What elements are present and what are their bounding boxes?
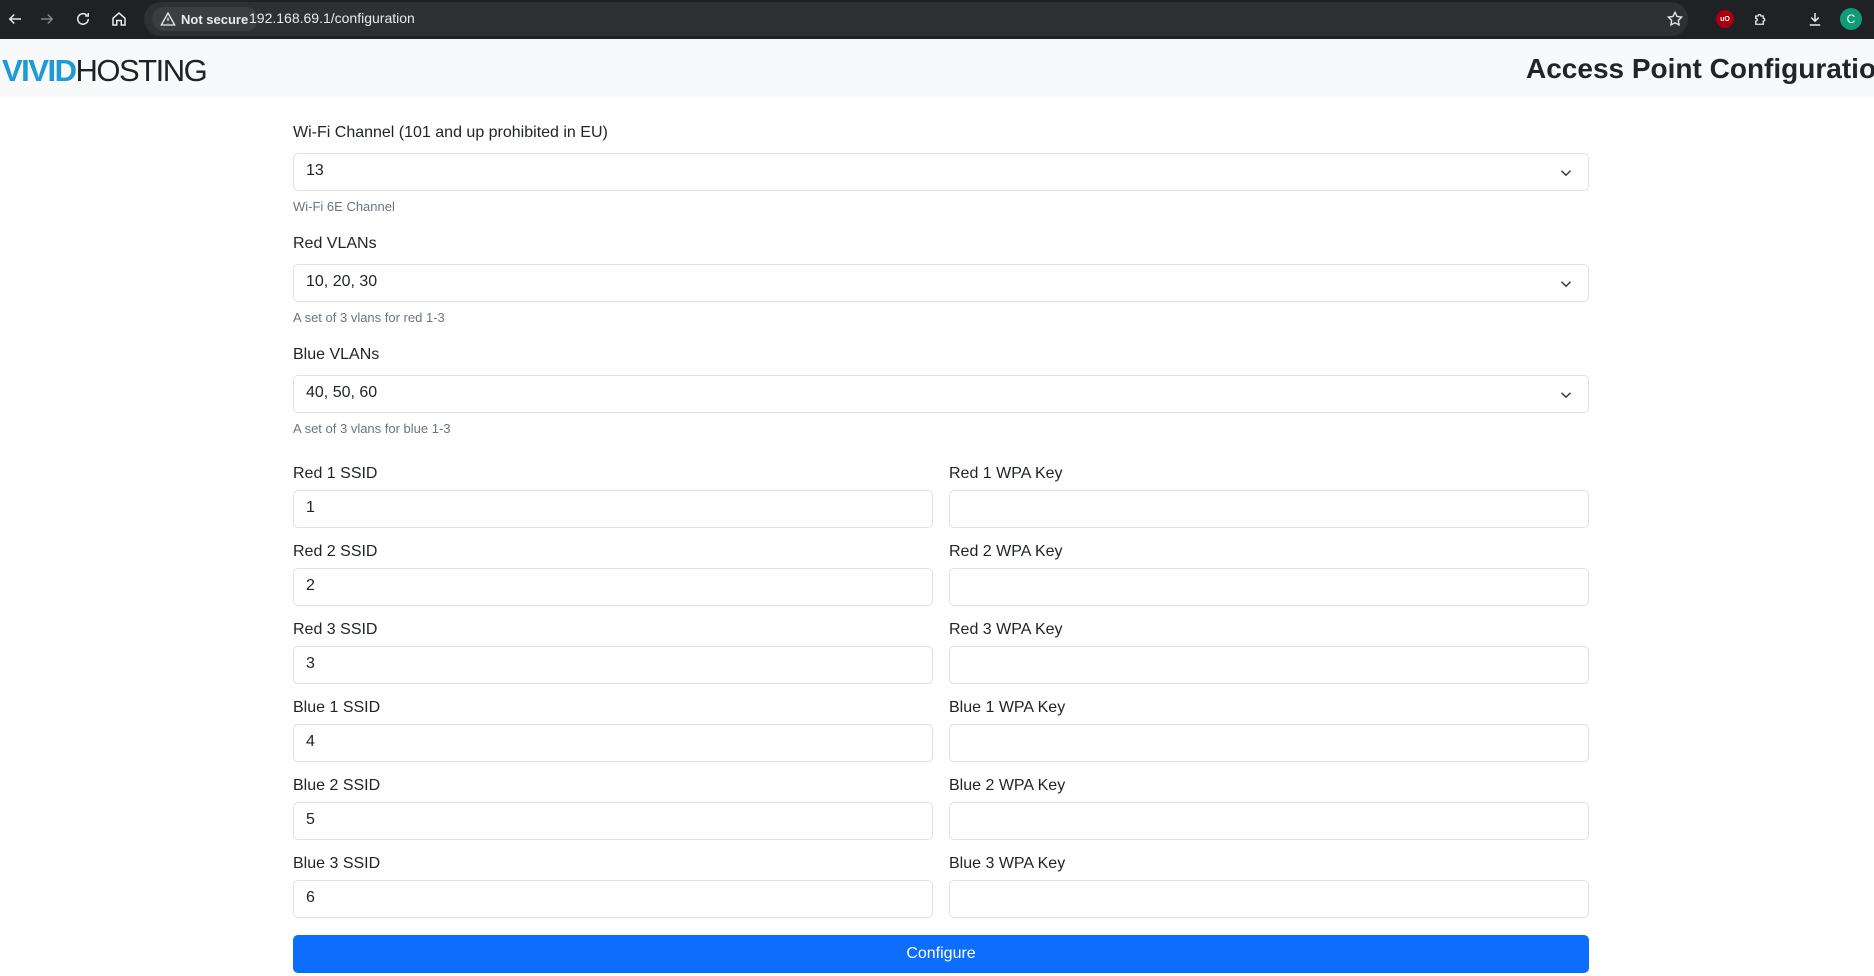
chevron-down-icon bbox=[1560, 392, 1572, 399]
blue-2-ssid-label: Blue 2 SSID bbox=[293, 777, 381, 794]
blue-vlans-label: Blue VLANs bbox=[293, 346, 380, 363]
security-label: Not secure bbox=[181, 11, 249, 27]
red-1-wpa-key-label: Red 1 WPA Key bbox=[949, 465, 1063, 482]
address-bar[interactable]: Not secure 192.168.69.1/configuration bbox=[144, 2, 1688, 36]
ublock-extension-icon[interactable]: uO bbox=[1710, 4, 1740, 34]
blue-2-wpa-key-input[interactable] bbox=[949, 802, 1589, 840]
channel-select[interactable]: 13 bbox=[293, 153, 1589, 191]
browser-toolbar: Not secure 192.168.69.1/configuration uO… bbox=[0, 0, 1874, 39]
blue-1-ssid-input[interactable]: 4 bbox=[293, 724, 933, 762]
red-2-wpa-key-input[interactable] bbox=[949, 568, 1589, 606]
blue-3-wpa-key-label: Blue 3 WPA Key bbox=[949, 855, 1066, 872]
red-1-wpa-key-input[interactable] bbox=[949, 490, 1589, 528]
red-2-ssid-input[interactable]: 2 bbox=[293, 568, 933, 606]
red-2-ssid-label: Red 2 SSID bbox=[293, 543, 378, 560]
blue-3-wpa-key-input[interactable] bbox=[949, 880, 1589, 918]
red-vlans-select[interactable]: 10, 20, 30 bbox=[293, 264, 1589, 302]
red-1-ssid-label: Red 1 SSID bbox=[293, 465, 378, 482]
red-vlans-help: A set of 3 vlans for red 1-3 bbox=[293, 310, 445, 325]
red-vlans-label: Red VLANs bbox=[293, 235, 377, 252]
blue-3-ssid-input[interactable]: 6 bbox=[293, 880, 933, 918]
forward-arrow-icon[interactable] bbox=[32, 4, 62, 34]
blue-1-wpa-key-input[interactable] bbox=[949, 724, 1589, 762]
blue-1-wpa-key-label: Blue 1 WPA Key bbox=[949, 699, 1066, 716]
download-icon[interactable] bbox=[1800, 4, 1830, 34]
security-indicator[interactable]: Not secure bbox=[152, 7, 259, 31]
warning-icon bbox=[160, 11, 176, 26]
red-3-wpa-key-input[interactable] bbox=[949, 646, 1589, 684]
blue-3-ssid-label: Blue 3 SSID bbox=[293, 855, 381, 872]
profile-initial: C bbox=[1840, 8, 1862, 30]
logo-hosting: HOSTING bbox=[75, 53, 207, 88]
home-icon[interactable] bbox=[104, 4, 134, 34]
blue-vlans-select-value: 40, 50, 60 bbox=[306, 384, 378, 401]
vividhosting-logo[interactable]: VIVIDHOSTING bbox=[2, 53, 208, 89]
chevron-down-icon bbox=[1560, 281, 1572, 288]
url-text[interactable]: 192.168.69.1/configuration bbox=[249, 10, 415, 26]
red-3-wpa-key-label: Red 3 WPA Key bbox=[949, 621, 1063, 638]
ublock-badge: uO bbox=[1716, 10, 1734, 28]
extensions-puzzle-icon[interactable] bbox=[1746, 4, 1776, 34]
channel-label: Wi-Fi Channel (101 and up prohibited in … bbox=[293, 124, 608, 141]
profile-avatar[interactable]: C bbox=[1836, 4, 1866, 34]
red-1-ssid-input[interactable]: 1 bbox=[293, 490, 933, 528]
chevron-down-icon bbox=[1560, 170, 1572, 177]
page-header: VIVIDHOSTING Access Point Configuration bbox=[0, 39, 1874, 97]
blue-2-wpa-key-label: Blue 2 WPA Key bbox=[949, 777, 1066, 794]
blue-vlans-help: A set of 3 vlans for blue 1-3 bbox=[293, 421, 451, 436]
channel-help: Wi-Fi 6E Channel bbox=[293, 199, 395, 214]
channel-select-value: 13 bbox=[306, 162, 324, 179]
configure-button[interactable]: Configure bbox=[293, 935, 1589, 973]
blue-vlans-select[interactable]: 40, 50, 60 bbox=[293, 375, 1589, 413]
logo-vivid: VIVID bbox=[2, 53, 77, 88]
reload-icon[interactable] bbox=[68, 4, 98, 34]
back-arrow-icon[interactable] bbox=[0, 4, 30, 34]
red-3-ssid-input[interactable]: 3 bbox=[293, 646, 933, 684]
red-vlans-select-value: 10, 20, 30 bbox=[306, 273, 378, 290]
bookmark-star-icon[interactable] bbox=[1660, 4, 1690, 34]
blue-1-ssid-label: Blue 1 SSID bbox=[293, 699, 381, 716]
red-3-ssid-label: Red 3 SSID bbox=[293, 621, 378, 638]
blue-2-ssid-input[interactable]: 5 bbox=[293, 802, 933, 840]
red-2-wpa-key-label: Red 2 WPA Key bbox=[949, 543, 1063, 560]
page-title: Access Point Configuration bbox=[1526, 53, 1874, 84]
